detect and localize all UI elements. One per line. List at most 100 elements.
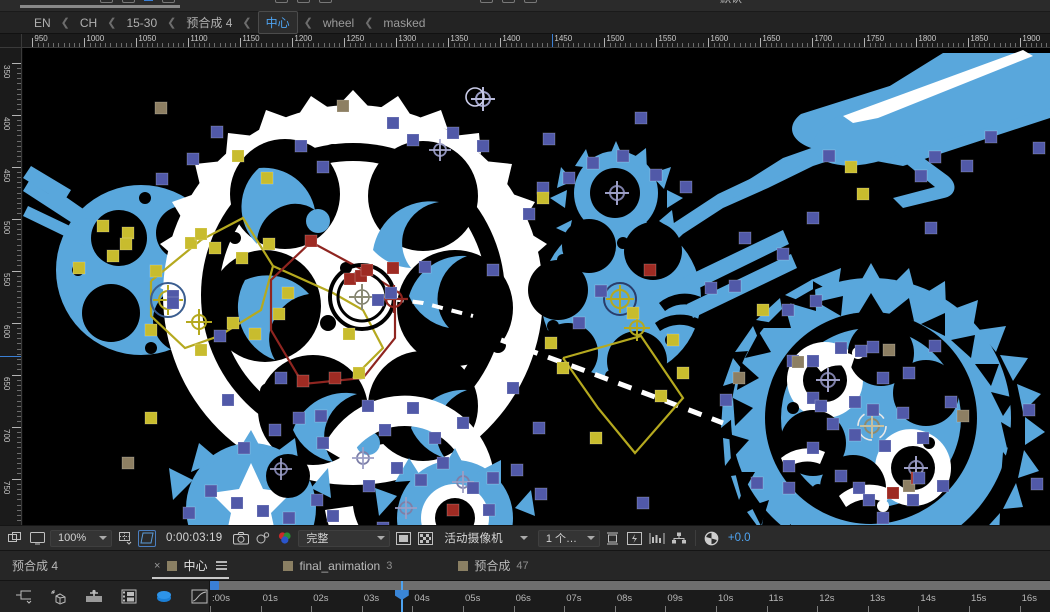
keyframe-handle[interactable]	[807, 442, 819, 454]
keyframe-handle[interactable]	[222, 394, 234, 406]
toolbar-icon-group-mid[interactable]	[275, 0, 332, 3]
keyframe-handle[interactable]	[523, 208, 535, 220]
keyframe-handle[interactable]	[361, 264, 373, 276]
keyframe-handle[interactable]	[407, 134, 419, 146]
keyframe-handle[interactable]	[792, 356, 804, 368]
keyframe-handle[interactable]	[275, 372, 287, 384]
keyframe-handle[interactable]	[867, 404, 879, 416]
keyframe-handle[interactable]	[887, 487, 899, 499]
keyframe-handle[interactable]	[915, 170, 927, 182]
keyframe-handle[interactable]	[238, 442, 250, 454]
keyframe-handle[interactable]	[835, 342, 847, 354]
keyframe-handle[interactable]	[407, 402, 419, 414]
keyframe-handle[interactable]	[680, 181, 692, 193]
keyframe-handle[interactable]	[961, 160, 973, 172]
breadcrumb-item-precomp4[interactable]: 预合成 4	[182, 13, 236, 32]
keyframe-handle[interactable]	[337, 100, 349, 112]
keyframe-handle[interactable]	[757, 304, 769, 316]
keyframe-handle[interactable]	[187, 153, 199, 165]
shy-layers-icon[interactable]	[155, 587, 174, 607]
clone-stamp-icon[interactable]	[502, 0, 515, 3]
keyframe-handle[interactable]	[205, 485, 217, 497]
expand-collapse-icon[interactable]	[14, 587, 33, 607]
keyframe-handle[interactable]	[739, 232, 751, 244]
keyframe-handle[interactable]	[617, 150, 629, 162]
keyframe-handle[interactable]	[227, 317, 239, 329]
keyframe-handle[interactable]	[343, 328, 355, 340]
keyframe-handle[interactable]	[635, 112, 647, 124]
keyframe-handle[interactable]	[720, 394, 732, 406]
keyframe-handle[interactable]	[957, 410, 969, 422]
graph-editor-icon[interactable]	[84, 587, 103, 607]
keyframe-handle[interactable]	[311, 494, 323, 506]
keyframe-handle[interactable]	[783, 482, 795, 494]
comp-flowchart-icon[interactable]	[670, 530, 688, 547]
keyframe-handle[interactable]	[447, 127, 459, 139]
keyframe-handle[interactable]	[857, 188, 869, 200]
keyframe-handle[interactable]	[419, 261, 431, 273]
keyframe-handle[interactable]	[447, 504, 459, 516]
keyframe-handle[interactable]	[487, 472, 499, 484]
keyframe-handle[interactable]	[545, 337, 557, 349]
keyframe-handle[interactable]	[183, 507, 195, 519]
keyframe-handle[interactable]	[1031, 478, 1043, 490]
keyframe-handle[interactable]	[655, 390, 667, 402]
keyframe-handle[interactable]	[156, 173, 168, 185]
keyframe-handle[interactable]	[677, 367, 689, 379]
keyframe-handle[interactable]	[590, 432, 602, 444]
keyframe-handle[interactable]	[705, 282, 717, 294]
keyframe-handle[interactable]	[903, 367, 915, 379]
quality-select[interactable]: 完整	[298, 530, 390, 547]
breadcrumb-item-ch[interactable]: CH	[76, 15, 101, 31]
keyframe-handle[interactable]	[209, 242, 221, 254]
keyframe-handle[interactable]	[317, 161, 329, 173]
workspace-selector[interactable]: 默认	[720, 0, 742, 6]
hand-tool-icon[interactable]	[100, 0, 113, 3]
keyframe-handle[interactable]	[729, 280, 741, 292]
keyframe-handle[interactable]	[573, 317, 585, 329]
always-preview-this-view-icon[interactable]	[6, 530, 24, 547]
take-snapshot-icon[interactable]	[232, 530, 250, 547]
anchor-tool-icon[interactable]	[162, 0, 175, 3]
keyframe-handle[interactable]	[305, 235, 317, 247]
keyframe-handle[interactable]	[827, 418, 839, 430]
keyframe-handle[interactable]	[507, 382, 519, 394]
keyframe-handle[interactable]	[877, 512, 889, 524]
keyframe-handle[interactable]	[379, 424, 391, 436]
breadcrumb-item-masked[interactable]: masked	[379, 15, 429, 31]
keyframe-handle[interactable]	[807, 355, 819, 367]
keyframe-handle[interactable]	[877, 372, 889, 384]
keyframe-handle[interactable]	[783, 460, 795, 472]
keyframe-handle[interactable]	[537, 192, 549, 204]
keyframe-handle[interactable]	[535, 488, 547, 500]
toggle-mask-icon[interactable]	[416, 530, 434, 547]
keyframe-handle[interactable]	[883, 344, 895, 356]
keyframe-handle[interactable]	[273, 308, 285, 320]
pen-tool-icon[interactable]	[297, 0, 310, 3]
keyframe-handle[interactable]	[122, 227, 134, 239]
keyframe-handle[interactable]	[145, 412, 157, 424]
keyframe-handle[interactable]	[913, 472, 925, 484]
breadcrumb-item-wheel[interactable]: wheel	[319, 15, 358, 31]
tab-menu-icon[interactable]	[216, 561, 227, 570]
keyframe-handle[interactable]	[362, 400, 374, 412]
keyframe-handle[interactable]	[457, 417, 469, 429]
keyframe-handle[interactable]	[845, 161, 857, 173]
keyframe-handle[interactable]	[415, 474, 427, 486]
keyframe-handle[interactable]	[150, 265, 162, 277]
keyframe-handle[interactable]	[282, 287, 294, 299]
keyframe-handle[interactable]	[317, 437, 329, 449]
keyframe-handle[interactable]	[853, 482, 865, 494]
curve-editor-icon[interactable]	[190, 587, 209, 607]
keyframe-handle[interactable]	[557, 362, 569, 374]
keyframe-handle[interactable]	[329, 372, 341, 384]
keyframe-handle[interactable]	[879, 440, 891, 452]
rotate-tool-icon[interactable]	[144, 0, 153, 1]
keyframe-handle[interactable]	[344, 273, 356, 285]
keyframe-handle[interactable]	[73, 262, 85, 274]
keyframe-handle[interactable]	[937, 480, 949, 492]
keyframe-handle[interactable]	[917, 432, 929, 444]
keyframe-handle[interactable]	[297, 375, 309, 387]
shape-tool-icon[interactable]	[275, 0, 288, 3]
keyframe-handle[interactable]	[477, 140, 489, 152]
